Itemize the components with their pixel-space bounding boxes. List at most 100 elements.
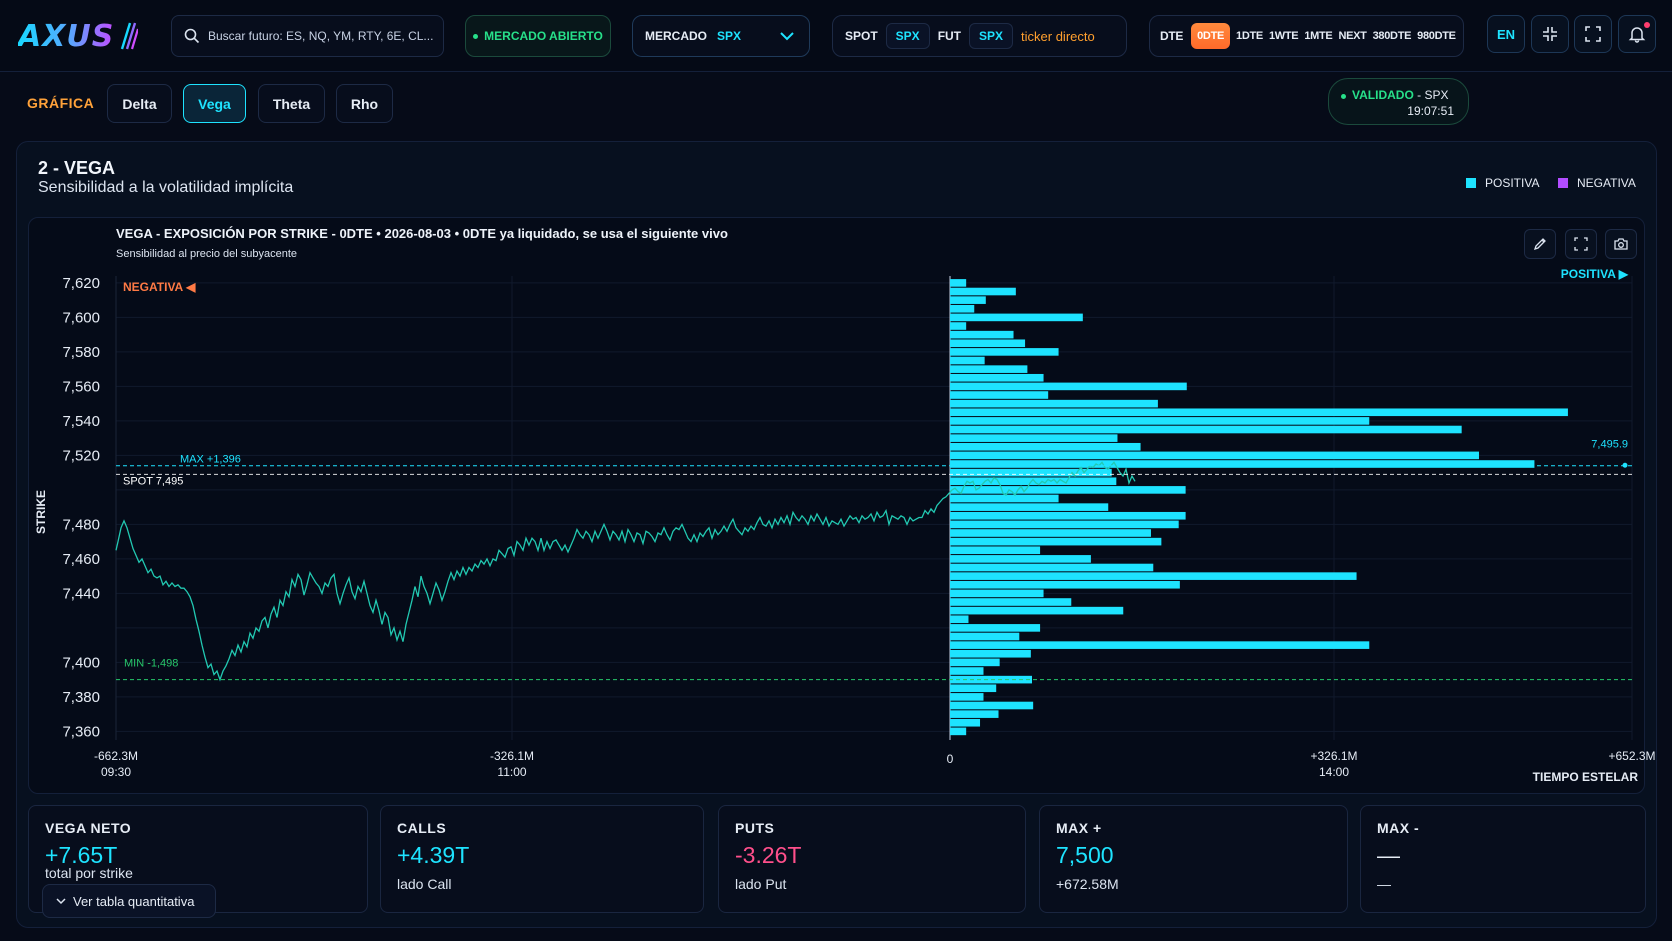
exposure-bar bbox=[950, 296, 986, 304]
y-tick-label: 7,520 bbox=[62, 447, 100, 464]
exposure-bar bbox=[950, 693, 984, 701]
exposure-bar bbox=[950, 572, 1357, 580]
y-tick-label: 7,360 bbox=[62, 723, 100, 740]
exposure-bar bbox=[950, 598, 1072, 606]
exposure-bar bbox=[950, 701, 1034, 710]
y-tick-label: 7,560 bbox=[62, 378, 100, 395]
last-price-marker bbox=[1622, 462, 1628, 468]
exposure-bar bbox=[950, 408, 1568, 417]
exposure-bar bbox=[950, 494, 1059, 503]
exposure-bar bbox=[950, 486, 1186, 494]
stat-card-max-positive: MAX + 7,500 +672.58M bbox=[1039, 805, 1348, 913]
exposure-bar bbox=[950, 365, 1028, 373]
stat-net-label: VEGA NETO bbox=[45, 820, 132, 836]
exposure-bar bbox=[950, 330, 1014, 339]
exposure-bar bbox=[950, 658, 1000, 667]
quant-table-toggle-label: Ver tabla quantitativa bbox=[73, 893, 195, 909]
spot-annotation: SPOT 7,495 bbox=[123, 475, 183, 487]
exposure-bar bbox=[950, 520, 1179, 529]
stat-max-pos-sub: +672.58M bbox=[1056, 876, 1119, 892]
exposure-bar bbox=[950, 468, 1112, 477]
y-tick-label: 7,540 bbox=[62, 413, 100, 430]
x-tick-label: +326.1M bbox=[1310, 749, 1357, 763]
exposure-bar bbox=[950, 684, 997, 693]
exposure-bar bbox=[950, 537, 1162, 546]
negative-side-label: NEGATIVA ◀ bbox=[123, 280, 196, 294]
x-tick-time: 14:00 bbox=[1319, 765, 1349, 779]
positive-side-label: POSITIVA ▶ bbox=[1561, 267, 1629, 281]
stat-calls-value: +4.39T bbox=[397, 842, 470, 868]
chart-x-axis: -662.3M 09:30 -326.1M 11:00 0 +326.1M 14:00 +65… bbox=[94, 749, 1656, 779]
x-tick-label: -662.3M bbox=[94, 749, 138, 763]
y-tick-label: 7,460 bbox=[62, 551, 100, 568]
stat-max-pos-value: 7,500 bbox=[1056, 842, 1114, 868]
exposure-bar bbox=[950, 632, 1020, 641]
stat-max-neg-value: — bbox=[1377, 842, 1400, 868]
y-tick-label: 7,380 bbox=[62, 689, 100, 706]
exposure-bar bbox=[950, 710, 999, 718]
chevron-down-icon bbox=[56, 898, 66, 905]
stat-puts-label: PUTS bbox=[735, 820, 775, 836]
stat-puts-sub: lado Put bbox=[735, 876, 787, 892]
x-axis-label: TIEMPO ESTELAR bbox=[1533, 770, 1639, 784]
stat-calls-sub: lado Call bbox=[397, 876, 452, 892]
exposure-bar bbox=[950, 727, 967, 736]
stat-max-neg-sub: — bbox=[1377, 876, 1391, 892]
exposure-bar bbox=[950, 348, 1059, 356]
exposure-bar bbox=[950, 546, 1041, 555]
exposure-bar bbox=[950, 391, 1049, 399]
exposure-bar bbox=[950, 589, 1044, 598]
exposure-bar bbox=[950, 425, 1462, 434]
exposure-bar bbox=[950, 718, 981, 727]
exposure-bar bbox=[950, 460, 1535, 468]
x-tick-label: +652.3M bbox=[1608, 749, 1655, 763]
stat-card-puts: PUTS -3.26T lado Put bbox=[718, 805, 1026, 913]
stat-calls-label: CALLS bbox=[397, 820, 447, 836]
exposure-bar bbox=[950, 313, 1083, 322]
exposure-bar bbox=[950, 356, 985, 365]
exposure-bar bbox=[950, 373, 1044, 382]
exposure-bar bbox=[950, 667, 984, 675]
x-tick-time: 11:00 bbox=[497, 765, 526, 779]
max-annotation: MAX +1,396 bbox=[180, 454, 241, 466]
exposure-bar bbox=[950, 304, 975, 313]
exposure-bar bbox=[950, 624, 1041, 632]
chart-grid bbox=[115, 276, 1633, 740]
exposure-bar bbox=[950, 477, 1117, 486]
exposure-bar bbox=[950, 615, 969, 624]
chart-y-axis: 7,620 7,600 7,580 7,560 7,540 7,520 7,480 7,460… bbox=[62, 275, 100, 740]
y-axis-label: STRIKE bbox=[34, 490, 48, 534]
exposure-bar bbox=[950, 287, 1016, 296]
quant-table-toggle[interactable]: Ver tabla quantitativa bbox=[42, 884, 216, 918]
y-tick-label: 7,580 bbox=[62, 344, 100, 361]
exposure-bar bbox=[950, 442, 1141, 451]
y-tick-label: 7,620 bbox=[62, 275, 100, 292]
y-tick-label: 7,400 bbox=[62, 654, 100, 671]
exposure-bar bbox=[950, 511, 1186, 520]
x-tick-label: -326.1M bbox=[490, 749, 534, 763]
last-price-annotation: 7,495.9 bbox=[1591, 438, 1628, 450]
y-tick-label: 7,480 bbox=[62, 516, 100, 533]
x-tick-time: 09:30 bbox=[101, 765, 131, 779]
exposure-bar bbox=[950, 529, 1151, 537]
exposure-bar bbox=[950, 649, 1031, 658]
exposure-bar bbox=[950, 563, 1154, 572]
exposure-bar bbox=[950, 382, 1187, 391]
exposure-bar bbox=[950, 503, 1109, 511]
exposure-bar bbox=[950, 279, 967, 287]
chart-bars bbox=[950, 279, 1568, 736]
exposure-bar bbox=[950, 417, 1370, 425]
exposure-bar bbox=[950, 399, 1158, 408]
stat-puts-value: -3.26T bbox=[735, 842, 802, 868]
exposure-bar bbox=[950, 606, 1124, 615]
stat-max-pos-label: MAX + bbox=[1056, 820, 1102, 836]
stat-card-calls: CALLS +4.39T lado Call bbox=[380, 805, 704, 913]
exposure-bar bbox=[950, 641, 1370, 649]
exposure-bar bbox=[950, 434, 1118, 442]
vega-exposure-chart: MAX +1,396 SPOT 7,495 MIN -1,498 7,495.9 7,… bbox=[34, 267, 1656, 784]
stat-net-sub: total por strike bbox=[45, 865, 133, 881]
exposure-bar bbox=[950, 451, 1479, 460]
exposure-bar bbox=[950, 339, 1026, 348]
y-tick-label: 7,440 bbox=[62, 585, 100, 602]
exposure-bar bbox=[950, 322, 967, 330]
